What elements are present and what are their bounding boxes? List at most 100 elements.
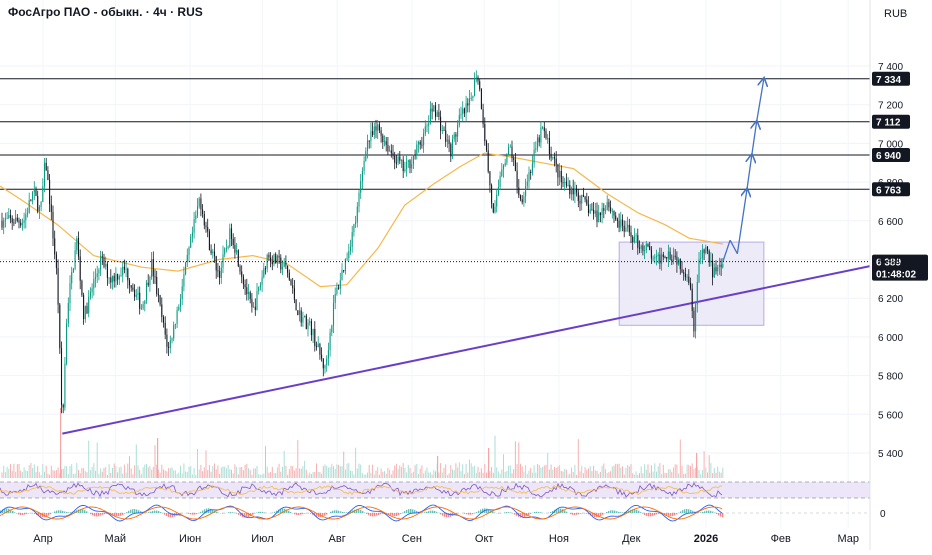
macd-histogram-bar [148, 512, 149, 513]
volume-bar [240, 467, 241, 478]
volume-bar [423, 473, 424, 478]
volume-bar [670, 469, 671, 478]
volume-bar [435, 471, 436, 478]
candle-body [374, 126, 375, 134]
price-tick-label: 7 000 [878, 139, 903, 150]
macd-histogram-bar [466, 513, 467, 514]
macd-histogram-bar [228, 512, 229, 513]
volume-bar [304, 461, 305, 478]
candle-body [141, 308, 142, 309]
volume-bar [353, 474, 354, 478]
volume-bar [88, 441, 89, 478]
macd-histogram-bar [48, 513, 49, 516]
candle-body [100, 256, 101, 269]
volume-bar [277, 467, 278, 478]
candle-body [382, 136, 383, 142]
macd-histogram-bar [326, 513, 327, 515]
volume-bar [704, 451, 705, 478]
volume-bar [420, 469, 421, 478]
volume-bar [534, 465, 535, 478]
candle-body [593, 210, 594, 214]
level-tag-label: 7 334 [876, 75, 901, 86]
volume-bar [197, 449, 198, 478]
volume-bar [440, 463, 441, 478]
volume-bar [406, 472, 407, 478]
volume-bar [642, 473, 643, 478]
candle-body [241, 272, 242, 277]
macd-histogram-bar [96, 513, 97, 516]
volume-bar [418, 474, 419, 478]
macd-histogram-bar [706, 511, 707, 513]
macd-histogram-bar [648, 513, 649, 516]
macd-histogram-bar [26, 513, 27, 514]
volume-bar [659, 463, 660, 478]
volume-bar [134, 465, 135, 478]
candle-body [481, 89, 482, 109]
macd-histogram-bar [564, 510, 565, 513]
volume-bar [291, 466, 292, 478]
volume-bar [624, 475, 625, 478]
candle-body [255, 307, 256, 310]
candle-body [139, 293, 140, 309]
candle-body [705, 247, 706, 253]
volume-bar [505, 472, 506, 478]
macd-histogram-bar [132, 509, 133, 513]
volume-bar [190, 466, 191, 478]
candle-body [556, 159, 557, 165]
volume-bar [296, 468, 297, 478]
candle-body [722, 264, 723, 267]
volume-bar [722, 468, 723, 478]
candle-body [658, 255, 659, 256]
volume-bar [78, 470, 79, 478]
candle-body [216, 256, 217, 270]
volume-bar [362, 473, 363, 478]
volume-bar [367, 473, 368, 478]
volume-bar [279, 464, 280, 478]
candle-body [12, 218, 13, 222]
volume-bar [625, 468, 626, 478]
candle-body [579, 201, 580, 204]
macd-histogram-bar [238, 513, 239, 515]
volume-bar [532, 473, 533, 478]
macd-histogram-bar [688, 509, 689, 513]
volume-bar [319, 472, 320, 478]
candle-body [435, 105, 436, 116]
price-chart[interactable]: 7 3347 1126 9406 763 6 38901:48:02 5 400… [0, 0, 932, 550]
candle-body [375, 126, 376, 130]
candle-body [659, 255, 660, 264]
candle-body [277, 256, 278, 264]
candle-body [326, 358, 327, 365]
candle-body [496, 195, 497, 207]
time-tick-label: Апр [33, 533, 52, 545]
volume-bar [549, 470, 550, 478]
candle-body [350, 247, 351, 251]
macd-histogram-bar [304, 513, 305, 514]
macd-histogram-bar [334, 510, 335, 513]
candle-body [217, 270, 218, 271]
level-tag-label: 6 940 [876, 151, 901, 162]
time-tick-label: Окт [475, 533, 494, 545]
candle-body [471, 98, 472, 99]
level-tag-label: 7 112 [876, 118, 901, 129]
volume-bar [151, 469, 152, 478]
macd-histogram-bar [634, 509, 635, 513]
volume-bar [95, 471, 96, 478]
candle-body [428, 123, 429, 125]
volume-bar [574, 465, 575, 478]
volume-bar [632, 473, 633, 478]
candle-body [341, 270, 342, 280]
volume-bar [408, 465, 409, 478]
macd-histogram-bar [550, 512, 551, 513]
volume-bar [153, 467, 154, 478]
volume-bar [382, 472, 383, 478]
volume-bar [228, 465, 229, 478]
volume-bar [262, 474, 263, 478]
volume-bar [170, 468, 171, 478]
candle-body [194, 219, 195, 232]
volume-bar [223, 466, 224, 478]
candle-body [69, 283, 70, 303]
candle-body [714, 267, 715, 277]
candle-body [190, 237, 191, 248]
macd-histogram-bar [310, 513, 311, 514]
volume-bar [705, 467, 706, 478]
